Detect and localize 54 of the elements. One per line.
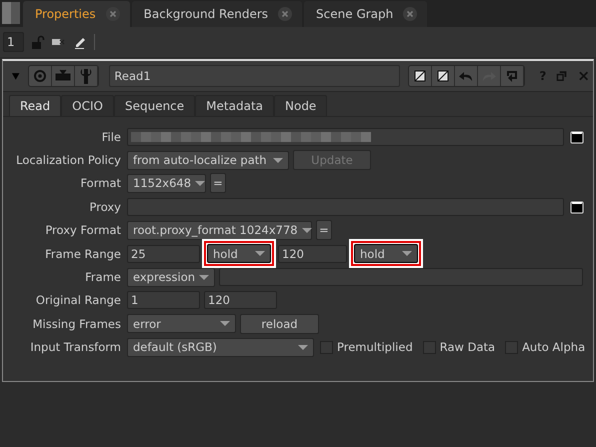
panel-tab[interactable]: Scene Graph — [304, 1, 428, 27]
tab[interactable]: Metadata — [195, 95, 274, 116]
dropdown[interactable]: expression — [127, 268, 215, 287]
float-icon[interactable] — [556, 70, 568, 82]
tab[interactable]: OCIO — [61, 95, 114, 116]
field-label: Frame — [84, 270, 121, 284]
field-label: Format — [79, 176, 121, 190]
tab-label: Scene Graph — [316, 7, 394, 21]
close-icon[interactable] — [578, 70, 590, 82]
pencil-icon[interactable] — [73, 35, 87, 49]
count-field[interactable]: 1 — [3, 32, 24, 52]
dropdown[interactable]: root.proxy_format 1024x778 — [127, 220, 312, 240]
input-field[interactable] — [219, 268, 583, 286]
checkbox-label: Premultiplied — [337, 340, 413, 354]
input-field[interactable] — [127, 128, 564, 146]
tab-label: Properties — [35, 7, 96, 21]
field-label: Input Transform — [29, 340, 121, 354]
tab[interactable]: Node — [274, 95, 328, 116]
folder-icon[interactable] — [570, 200, 584, 214]
button[interactable]: reload — [240, 314, 319, 334]
button[interactable]: = — [210, 173, 226, 194]
button[interactable]: = — [316, 220, 332, 240]
field-label: Missing Frames — [32, 316, 121, 331]
close-icon[interactable] — [403, 7, 418, 21]
input-field[interactable]: 1 — [127, 291, 200, 310]
panel-tab[interactable]: Properties — [23, 1, 130, 27]
lock-icon[interactable] — [31, 35, 45, 49]
tab[interactable]: Sequence — [114, 95, 196, 116]
input-field[interactable]: 120 — [204, 291, 277, 310]
panel-tab[interactable]: Background Renders — [132, 1, 302, 27]
input-field[interactable]: 25 — [127, 244, 200, 263]
tab-label: Background Renders — [144, 7, 268, 21]
dropdown[interactable]: 1152x648 — [127, 174, 206, 193]
field-label: Frame Range — [44, 246, 121, 261]
collapse-icon[interactable] — [11, 71, 20, 81]
node-name-field[interactable]: Read1 — [109, 65, 400, 87]
field-label: File — [100, 130, 121, 144]
input-field[interactable]: 120 — [278, 244, 347, 263]
checkbox-label: Auto Alpha — [522, 340, 586, 354]
checkbox-label: Raw Data — [440, 340, 496, 354]
close-icon[interactable] — [278, 7, 292, 21]
dropdown[interactable]: error — [127, 314, 236, 334]
dropdown[interactable]: hold — [354, 244, 418, 264]
field-label: Proxy Format — [44, 223, 121, 238]
close-icon[interactable] — [106, 7, 120, 21]
field-label: Original Range — [34, 293, 121, 308]
dropdown[interactable]: from auto-localize path — [127, 150, 289, 170]
field-label: Localization Policy — [15, 153, 121, 168]
panel-menu-icon[interactable] — [2, 2, 20, 24]
folder-icon[interactable] — [570, 130, 584, 144]
dropdown[interactable]: hold — [207, 244, 271, 264]
tab[interactable]: Read — [9, 95, 62, 116]
dropdown[interactable]: default (sRGB) — [127, 338, 314, 357]
field-label: Proxy — [88, 200, 121, 214]
